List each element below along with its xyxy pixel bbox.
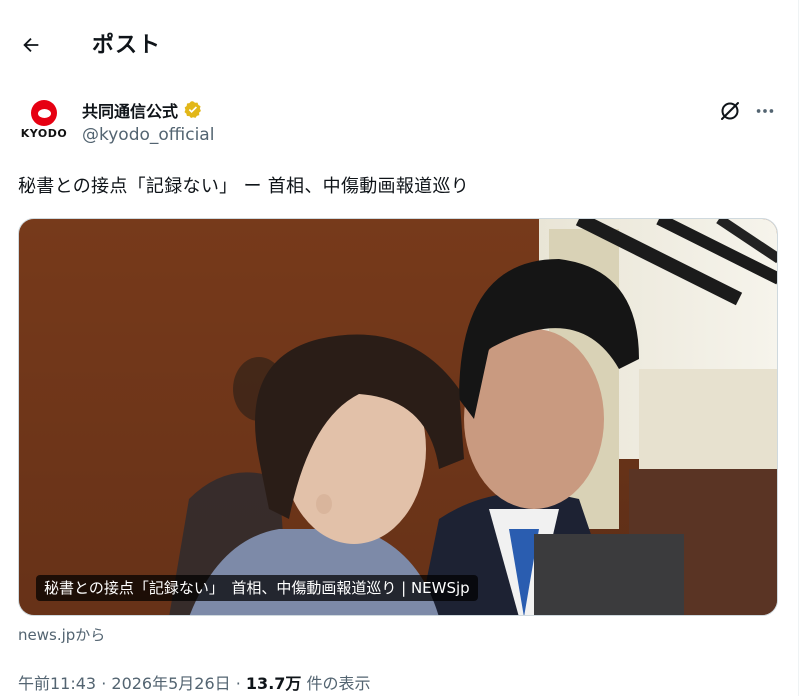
views-label: 件の表示 [306,674,371,693]
meta-separator: · [96,674,112,693]
author-name[interactable]: 共同通信公式 [82,98,178,122]
column-divider [798,0,799,696]
page-title: ポスト [92,33,162,58]
more-dots-icon [756,109,774,113]
avatar-label: KYODO [20,127,68,140]
views-count: 13.7万 [245,674,302,693]
card-photo [19,219,777,615]
author-handle[interactable]: @kyodo_official [82,125,214,145]
post-meta: 午前11:43 · 2026年5月26日 · 13.7万 件の表示 [18,670,371,694]
more-options-button[interactable] [751,97,779,125]
grok-button[interactable] [716,97,744,125]
avatar[interactable]: KYODO [18,100,70,146]
post-time[interactable]: 午前11:43 [18,674,96,693]
link-card[interactable]: 秘書との接点「記録ない」 首相、中傷動画報道巡り | NEWSjp [18,218,778,616]
meta-separator-2: · [230,674,246,693]
arrow-left-icon [23,37,39,53]
card-title-overlay: 秘書との接点「記録ない」 首相、中傷動画報道巡り | NEWSjp [36,575,478,601]
top-bar: ポスト [0,0,798,88]
card-source-link[interactable]: news.jpから [18,624,105,645]
post-date[interactable]: 2026年5月26日 [111,674,230,693]
grok-icon [721,102,739,120]
verified-badge-icon [184,101,201,118]
post-text: 秘書との接点「記録ない」 ー 首相、中傷動画報道巡り [18,176,470,197]
author-name-row: 共同通信公式 [82,98,203,122]
kyodo-logo-mark [31,100,57,126]
back-button[interactable] [14,28,48,62]
